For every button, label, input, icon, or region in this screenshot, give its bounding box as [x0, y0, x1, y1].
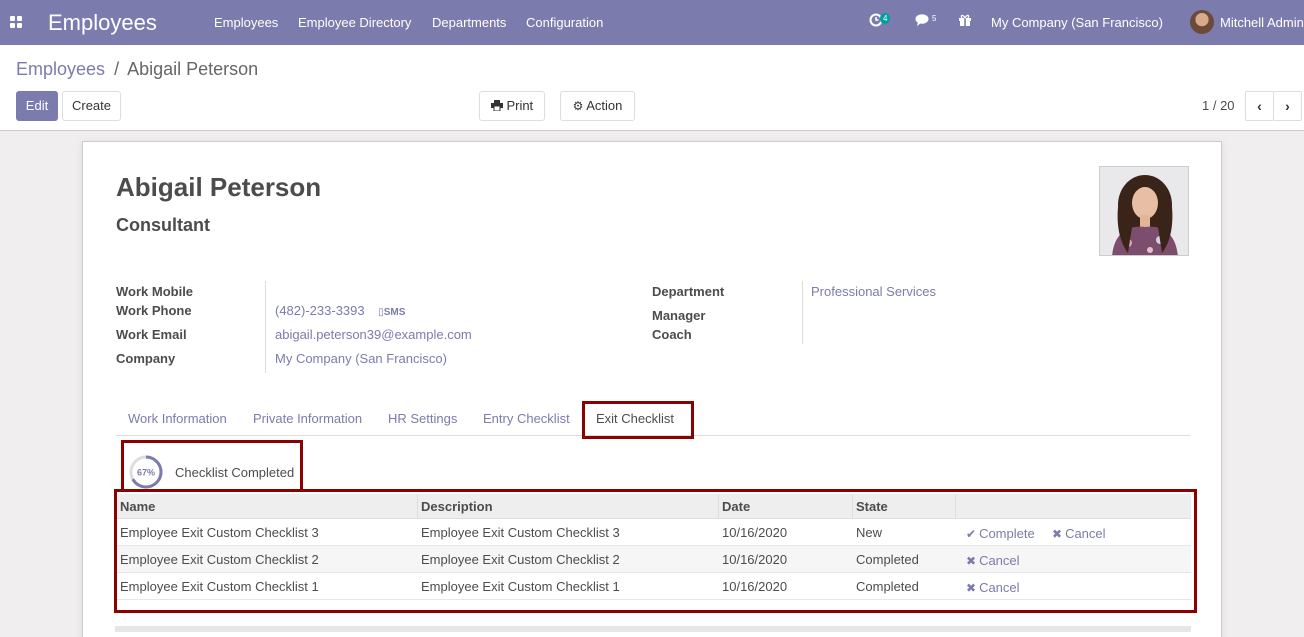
work-email-label: Work Email [116, 327, 187, 342]
form-sheet: Abigail Peterson Consultant Work Mobile … [82, 141, 1222, 637]
breadcrumb-parent[interactable]: Employees [16, 59, 105, 79]
sms-label: SMS [383, 307, 406, 318]
chevron-left-icon: ‹ [1257, 98, 1262, 114]
department-label: Department [652, 284, 725, 299]
work-phone-value: (482)-233-3393 ▯SMS [275, 303, 405, 318]
chevron-right-icon: › [1285, 98, 1290, 114]
tab-work-information[interactable]: Work Information [128, 411, 227, 426]
employee-name: Abigail Peterson [116, 172, 322, 202]
employee-photo[interactable] [1099, 166, 1189, 256]
breadcrumb-separator: / [114, 59, 120, 79]
work-mobile-label: Work Mobile [116, 284, 194, 299]
work-phone-label: Work Phone [116, 303, 192, 318]
menu-employees[interactable]: Employees [214, 15, 278, 30]
company-label: Company [116, 351, 176, 366]
print-button[interactable]: Print [479, 91, 545, 121]
work-phone-link[interactable]: (482)-233-3393 [275, 303, 365, 318]
message-badge: 5 [932, 14, 937, 23]
field-divider-right [802, 281, 803, 344]
action-button[interactable]: ⚙ Action [560, 91, 635, 121]
chat-icon[interactable] [915, 13, 930, 30]
pager-previous-button[interactable]: ‹ [1245, 91, 1274, 121]
edit-button[interactable]: Edit [16, 91, 58, 121]
control-panel: Employees / Abigail Peterson Edit Create… [0, 45, 1304, 131]
menu-departments[interactable]: Departments [432, 15, 506, 30]
menu-configuration[interactable]: Configuration [526, 15, 603, 30]
company-value[interactable]: My Company (San Francisco) [275, 351, 447, 366]
app-title[interactable]: Employees [48, 10, 157, 36]
avatar[interactable] [1190, 10, 1214, 34]
activity-badge: 4 [880, 13, 891, 24]
action-label: Action [586, 98, 623, 113]
top-navbar: Employees Employees Employee Directory D… [0, 0, 1304, 45]
coach-label: Coach [652, 327, 692, 342]
breadcrumb: Employees / Abigail Peterson [16, 59, 258, 80]
print-label: Print [506, 98, 534, 113]
tab-private-information[interactable]: Private Information [253, 411, 362, 426]
highlight-progress [121, 440, 303, 492]
field-divider-left [265, 281, 266, 373]
menu-employee-directory[interactable]: Employee Directory [298, 15, 411, 30]
user-menu[interactable]: Mitchell Admin [1220, 15, 1304, 30]
highlight-table [114, 489, 1197, 613]
sms-button[interactable]: ▯SMS [378, 307, 405, 318]
company-switcher[interactable]: My Company (San Francisco) [991, 15, 1163, 30]
print-icon [490, 98, 503, 113]
department-value[interactable]: Professional Services [811, 284, 936, 299]
work-email-value[interactable]: abigail.peterson39@example.com [275, 327, 472, 342]
pager-value[interactable]: 1 / 20 [1202, 98, 1235, 113]
breadcrumb-current: Abigail Peterson [127, 59, 259, 79]
highlight-exit-tab [582, 401, 694, 439]
tab-hr-settings[interactable]: HR Settings [388, 411, 457, 426]
gift-icon[interactable] [958, 13, 972, 30]
manager-label: Manager [652, 308, 706, 323]
pager-next-button[interactable]: › [1273, 91, 1302, 121]
bottom-divider [115, 626, 1191, 632]
tab-entry-checklist[interactable]: Entry Checklist [483, 411, 570, 426]
gear-icon: ⚙ [572, 99, 584, 113]
employee-job-title: Consultant [116, 215, 210, 235]
apps-icon[interactable] [10, 16, 22, 28]
create-button[interactable]: Create [62, 91, 121, 121]
